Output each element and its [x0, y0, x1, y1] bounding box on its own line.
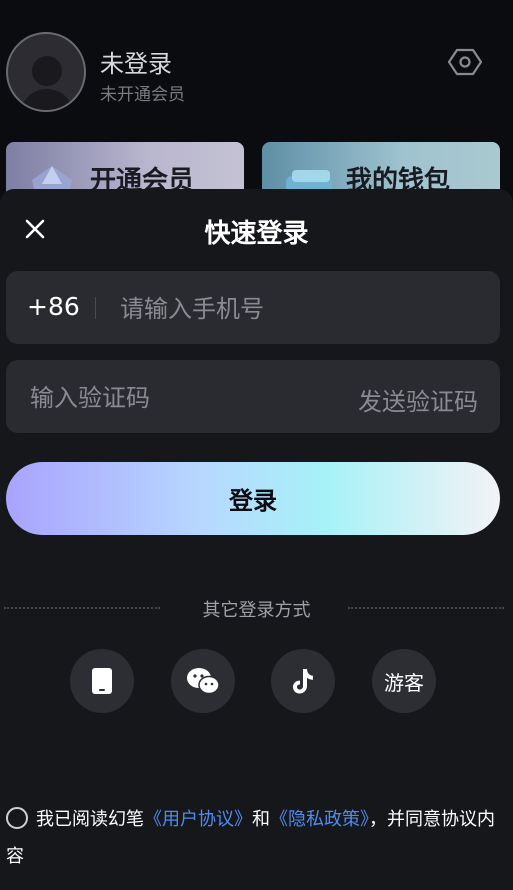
login-sheet: 快速登录 +86 发送验证码 登录 其它登录方式 [0, 189, 513, 890]
send-code-button[interactable]: 发送验证码 [358, 382, 478, 417]
tiktok-icon [293, 669, 313, 694]
agreement-prefix: 我已阅读幻笔 [36, 809, 144, 830]
phone-icon [92, 668, 112, 694]
code-field: 发送验证码 [6, 360, 500, 433]
privacy-policy-link[interactable]: 《隐私政策》 [270, 809, 369, 830]
tiktok-login-button[interactable] [271, 649, 335, 713]
wechat-login-button[interactable] [171, 649, 235, 713]
other-methods-label: 其它登录方式 [202, 600, 311, 621]
phone-input[interactable] [118, 283, 482, 335]
agreement-checkbox[interactable] [6, 807, 28, 829]
app-screen: 未登录 未开通会员 开通会员 我的钱包 快速登录 +86 请输入手机号 输入验证… [0, 0, 513, 890]
avatar[interactable] [6, 32, 86, 112]
guest-login-button[interactable]: 游客 [372, 649, 436, 713]
membership-status: 未开通会员 [100, 85, 185, 105]
field-divider [95, 297, 96, 319]
verification-code-input[interactable] [28, 372, 332, 424]
phone-field: +86 [6, 271, 500, 344]
agreement-and: 和 [252, 809, 270, 830]
profile-header: 未登录 未开通会员 开通会员 我的钱包 [0, 0, 513, 202]
settings-icon[interactable] [448, 45, 482, 79]
profile-name[interactable]: 未登录 [100, 44, 172, 79]
country-code[interactable]: +86 [27, 292, 80, 321]
guest-login-label: 游客 [384, 670, 424, 695]
sheet-title: 快速登录 [204, 219, 309, 249]
wechat-icon [187, 668, 220, 695]
phone-login-button[interactable] [70, 649, 134, 713]
other-methods-divider: 其它登录方式 [0, 594, 513, 624]
agreement-row: 我已阅读幻笔《用户协议》和《隐私政策》，并同意协议内容 [6, 801, 506, 875]
login-button[interactable]: 登录 [6, 462, 500, 535]
dotted-line-right [348, 607, 504, 609]
user-agreement-link[interactable]: 《用户协议》 [144, 809, 252, 830]
